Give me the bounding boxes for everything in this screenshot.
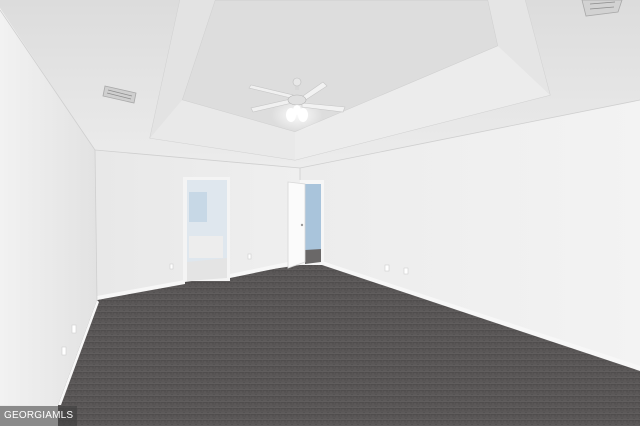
closet-doorway [287, 180, 324, 269]
bathroom-doorway [183, 177, 230, 281]
watermark-logo: GEORGIAMLS [0, 406, 78, 426]
room-photo [0, 0, 640, 426]
